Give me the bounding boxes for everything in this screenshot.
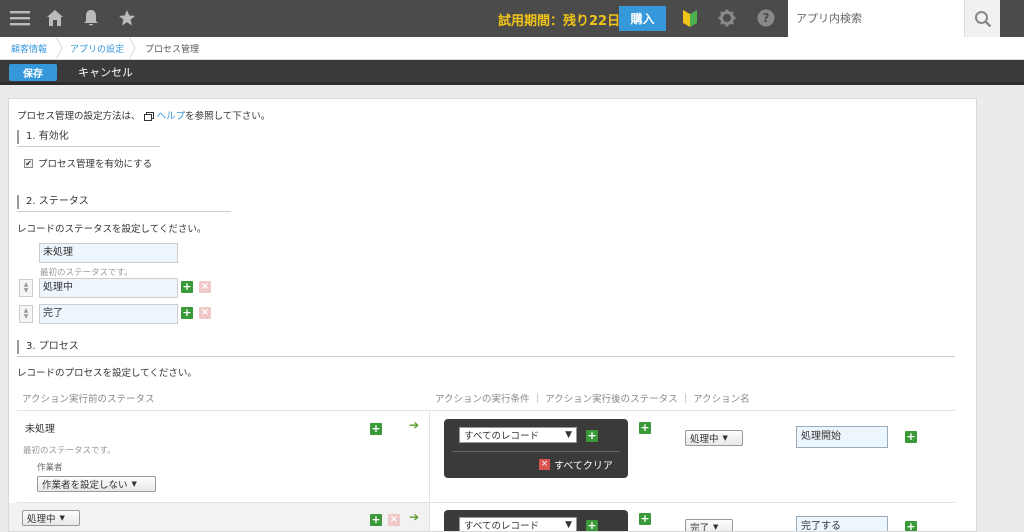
trial-period-text: 試用期間：残り22日 — [498, 14, 621, 29]
breadcrumb-item-current: プロセス管理 — [145, 45, 200, 55]
row2-condition-box: すべてのレコード ▼ + — [444, 510, 628, 531]
sort-handle-icon[interactable]: ▲ ▼ — [19, 279, 33, 297]
section-divider — [17, 211, 231, 212]
row1-add-button[interactable]: + — [370, 423, 382, 435]
help-icon[interactable]: ? — [754, 6, 778, 30]
gear-icon[interactable] — [715, 6, 739, 30]
row1-add-action-row-button[interactable]: + — [905, 431, 917, 443]
row1-condition-box: すべてのレコード ▼ + × すべてクリア — [444, 419, 628, 478]
external-window-icon — [143, 112, 154, 121]
row2-action-name-input[interactable]: 完了する — [796, 516, 888, 531]
status-description: レコードのステータスを設定してください。 — [17, 224, 207, 235]
row2-condition-select[interactable]: すべてのレコード ▼ — [459, 517, 577, 531]
breadcrumb-separator-icon — [55, 37, 63, 59]
buy-button[interactable]: 購入 — [619, 6, 666, 31]
row1-arrow-icon: ➔ — [409, 418, 420, 432]
table-column-divider — [429, 410, 430, 531]
row1-add-condition-button[interactable]: + — [586, 430, 598, 442]
first-status-note: 最初のステータスです。 — [40, 268, 133, 278]
header-edge — [1000, 0, 1024, 37]
save-button[interactable]: 保存 — [9, 64, 57, 81]
table-row-divider — [17, 410, 955, 411]
section-enable-title: 1. 有効化 — [17, 130, 69, 144]
section-divider — [17, 356, 955, 357]
add-status-button[interactable]: + — [181, 307, 193, 319]
row2-arrow-icon: ➔ — [409, 510, 420, 524]
column-header-after: アクションの実行条件 ｜ アクション実行後のステータス ｜ アクション名 — [435, 394, 750, 405]
status-input-third[interactable]: 完了 — [39, 304, 178, 324]
caret-down-icon: ▼ — [565, 430, 572, 440]
row2-add-action-row-button[interactable]: + — [905, 521, 917, 531]
action-toolbar: 保存 キャンセル — [0, 60, 1024, 85]
section-divider — [17, 146, 160, 147]
breadcrumb-item-app[interactable]: 顧客情報 — [11, 42, 47, 55]
row1-clear-all-button[interactable]: × すべてクリア — [539, 457, 613, 472]
row1-action-name-input[interactable]: 処理開始 — [796, 426, 888, 448]
add-status-button[interactable]: + — [181, 281, 193, 293]
row1-condition-select[interactable]: すべてのレコード ▼ — [459, 427, 577, 443]
row2-add-action-button[interactable]: + — [639, 513, 651, 525]
delete-status-button[interactable]: × — [199, 281, 211, 293]
caret-down-icon: ▼ — [565, 520, 572, 530]
row2-before-status-dropdown[interactable]: 処理中 ▼ — [22, 510, 80, 526]
breadcrumb-separator-icon — [128, 37, 136, 59]
search-icon — [974, 10, 991, 27]
enable-process-checkbox[interactable]: ✔ — [24, 158, 33, 168]
row1-assignee-dropdown[interactable]: 作業者を設定しない ▼ — [37, 476, 156, 492]
caret-down-icon: ▼ — [722, 434, 728, 442]
beginner-mark-icon[interactable] — [678, 6, 702, 30]
cancel-button[interactable]: キャンセル — [78, 64, 133, 80]
enable-process-label: プロセス管理を有効にする — [38, 159, 153, 170]
row2-add-condition-button[interactable]: + — [586, 520, 598, 531]
home-icon[interactable] — [43, 6, 67, 30]
row1-assignee-label: 作業者 — [37, 463, 63, 473]
condition-divider — [452, 451, 620, 452]
row2-delete-button[interactable]: × — [388, 514, 400, 526]
caret-down-icon: ▼ — [131, 480, 137, 488]
section-process-title: 3. プロセス — [17, 340, 79, 354]
row2-next-status-dropdown[interactable]: 完了 ▼ — [685, 519, 733, 531]
process-description: レコードのプロセスを設定してください。 — [17, 368, 197, 379]
clear-icon: × — [539, 459, 550, 470]
bell-icon[interactable] — [79, 6, 103, 30]
row2-add-button[interactable]: + — [370, 514, 382, 526]
delete-status-button[interactable]: × — [199, 307, 211, 319]
enable-process-row: ✔ プロセス管理を有効にする — [24, 156, 152, 170]
breadcrumb: 顧客情報 アプリの設定 プロセス管理 — [0, 37, 1024, 60]
intro-text: プロセス管理の設定方法は、 ヘルプを参照して下さい。 — [17, 111, 271, 122]
search-input[interactable] — [788, 0, 964, 37]
search-button[interactable] — [964, 0, 1000, 37]
column-header-before-status: アクション実行前のステータス — [22, 394, 155, 405]
breadcrumb-item-settings[interactable]: アプリの設定 — [70, 42, 124, 55]
row1-next-status-dropdown[interactable]: 処理中 ▼ — [685, 430, 743, 446]
status-input-first[interactable]: 未処理 — [39, 243, 178, 263]
caret-down-icon: ▼ — [713, 523, 719, 531]
status-input-second[interactable]: 処理中 — [39, 278, 178, 298]
help-link[interactable]: ヘルプ — [157, 111, 186, 122]
menu-icon[interactable] — [8, 6, 32, 30]
row1-add-action-button[interactable]: + — [639, 422, 651, 434]
row1-before-status: 未処理 — [25, 424, 55, 435]
process-settings-panel: プロセス管理の設定方法は、 ヘルプを参照して下さい。 1. 有効化 ✔ プロセス… — [8, 98, 977, 532]
star-icon[interactable] — [115, 6, 139, 30]
sort-handle-icon[interactable]: ▲ ▼ — [19, 305, 33, 323]
app-search — [788, 0, 964, 37]
svg-text:?: ? — [763, 11, 770, 25]
global-header: 試用期間：残り22日 購入 ? — [0, 0, 1024, 37]
row1-first-status-note: 最初のステータスです。 — [23, 446, 116, 456]
section-status-title: 2. ステータス — [17, 195, 89, 209]
caret-down-icon: ▼ — [59, 514, 65, 522]
